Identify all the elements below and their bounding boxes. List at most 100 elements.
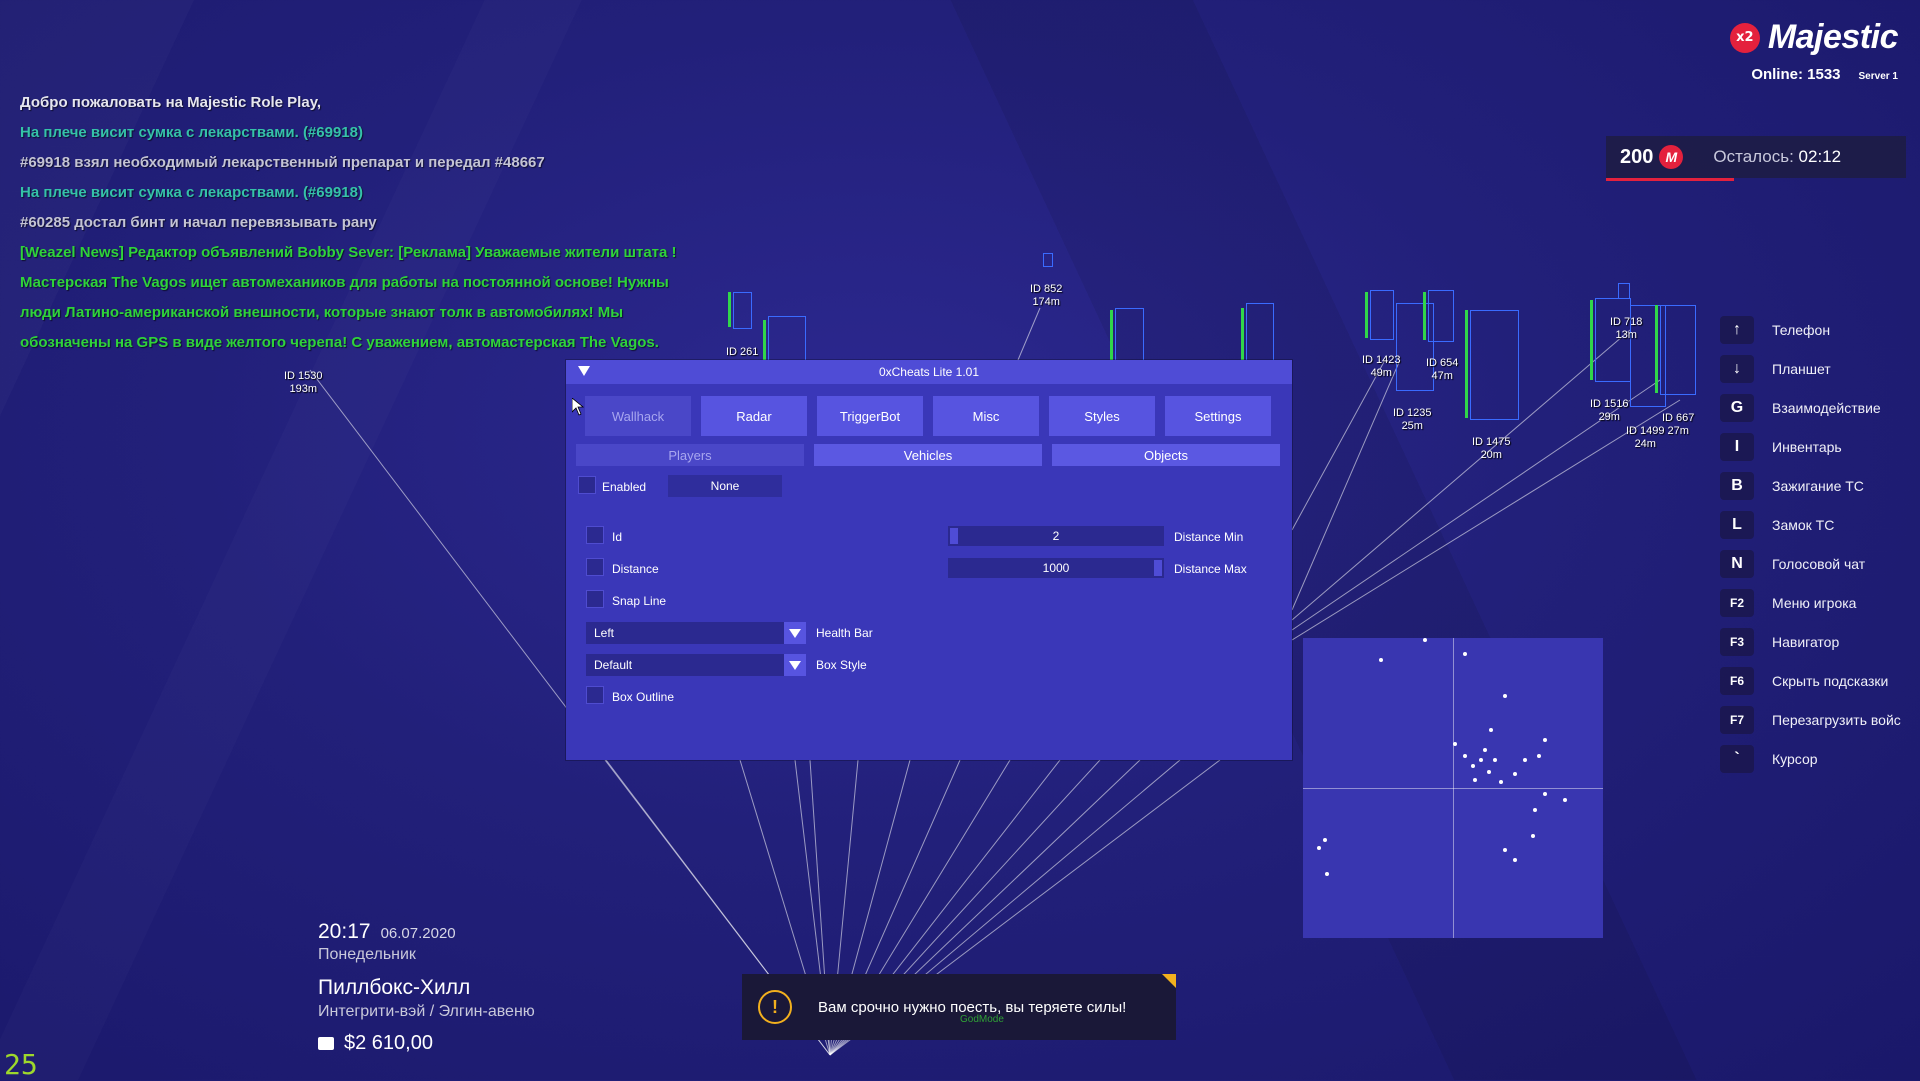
radar-dot — [1379, 658, 1383, 662]
snap-line — [1291, 359, 1401, 611]
radar-dot — [1533, 808, 1537, 812]
radar-dot — [1487, 770, 1491, 774]
id-label: Id — [612, 530, 623, 544]
keybind-row: F3 Навигатор — [1720, 622, 1901, 661]
slider-handle[interactable] — [950, 528, 958, 544]
key-cap: I — [1720, 432, 1754, 461]
keybind-label: Взаимодействие — [1772, 399, 1881, 416]
sub-tabs: Players Vehicles Objects — [576, 444, 1280, 466]
radar-dot — [1489, 728, 1493, 732]
distance-min-value: 2 — [1052, 529, 1060, 543]
key-arrow-down-icon: ↓ — [1720, 354, 1754, 383]
esp-health-bar — [1655, 305, 1658, 393]
window-title: 0xCheats Lite 1.01 — [878, 365, 980, 379]
chat-line: люди Латино-американской внешности, кото… — [20, 304, 624, 321]
keybind-label: Навигатор — [1772, 633, 1840, 650]
keybind-label: Инвентарь — [1772, 438, 1842, 455]
esp-box — [1660, 305, 1696, 395]
tab-styles[interactable]: Styles — [1049, 396, 1155, 436]
distance-max-slider[interactable]: 1000 — [948, 558, 1164, 578]
street-name: Интегрити-вэй / Элгин-авеню — [318, 1003, 535, 1020]
fps-counter: 25 — [4, 1048, 38, 1081]
key-cap: ` — [1720, 744, 1754, 773]
x2-badge: x2 — [1729, 22, 1760, 53]
tab-radar[interactable]: Radar — [701, 396, 807, 436]
distance-min-slider[interactable]: 2 — [948, 526, 1164, 546]
chat-line: обозначены на GPS в виде желтого черепа!… — [20, 334, 659, 351]
enabled-hotkey-button[interactable]: None — [668, 475, 782, 497]
esp-label: ID 1516 29m — [1590, 398, 1629, 423]
key-cap: F7 — [1720, 705, 1754, 734]
health-bar-select[interactable]: Left — [586, 622, 806, 644]
id-checkbox[interactable] — [586, 526, 604, 544]
esp-label: ID 667 27m — [1662, 412, 1695, 437]
esp-label: ID 1530 193m — [284, 370, 323, 395]
hunger-notification: ! Вам срочно нужно поесть, вы теряете си… — [742, 974, 1176, 1040]
keybind-label: Планшет — [1772, 360, 1831, 377]
wallet-icon — [318, 1037, 334, 1050]
notification-message: Вам срочно нужно поесть, вы теряете силы… — [818, 998, 1127, 1016]
clock-date: 06.07.2020 — [380, 925, 456, 942]
snap-line-checkbox[interactable] — [586, 590, 604, 608]
main-tabs: Wallhack Radar TriggerBot Misc Styles Se… — [585, 396, 1271, 436]
radar-dot — [1479, 758, 1483, 762]
dropdown-arrow-icon[interactable] — [784, 654, 806, 676]
radar-dot — [1325, 872, 1329, 876]
distance-checkbox[interactable] — [586, 558, 604, 576]
mouse-cursor-icon — [572, 398, 584, 416]
tab-triggerbot[interactable]: TriggerBot — [817, 396, 923, 436]
esp-box — [1043, 253, 1053, 267]
snap-line-label: Snap Line — [612, 594, 667, 608]
collapse-icon[interactable] — [578, 366, 590, 376]
radar-dot — [1453, 742, 1457, 746]
window-titlebar[interactable]: 0xCheats Lite 1.01 — [566, 360, 1292, 384]
tab-wallhack[interactable]: Wallhack — [585, 396, 691, 436]
esp-box — [1618, 283, 1630, 299]
esp-label: ID 718 13m — [1610, 316, 1643, 341]
esp-label: ID 1235 25m — [1393, 407, 1432, 432]
tab-misc[interactable]: Misc — [933, 396, 1039, 436]
esp-box — [768, 316, 806, 364]
radar-dot — [1317, 846, 1321, 850]
health-bar-value: Left — [594, 626, 615, 640]
esp-box — [1246, 303, 1274, 362]
timer-progress-bar — [1606, 178, 1734, 181]
enabled-label: Enabled — [602, 480, 647, 494]
radar-dot — [1543, 792, 1547, 796]
cheat-menu-window[interactable]: 0xCheats Lite 1.01 Wallhack Radar Trigge… — [566, 360, 1292, 760]
key-cap: L — [1720, 510, 1754, 539]
subtab-objects[interactable]: Objects — [1052, 444, 1280, 466]
radar-dot — [1483, 748, 1487, 752]
slider-handle[interactable] — [1154, 560, 1162, 576]
radar-dot — [1463, 652, 1467, 656]
bonus-timer: 200 M Осталось: 02:12 — [1606, 136, 1906, 181]
chat-line: #69918 взял необходимый лекарственный пр… — [20, 154, 545, 171]
esp-box — [733, 292, 752, 329]
keybind-row: F2 Меню игрока — [1720, 583, 1901, 622]
keybind-row: ↑ Телефон — [1720, 310, 1901, 349]
keybind-row: I Инвентарь — [1720, 427, 1901, 466]
snap-line — [1291, 359, 1386, 531]
esp-label: ID 852 174m — [1030, 283, 1063, 308]
keybind-label: Скрыть подсказки — [1772, 672, 1889, 689]
esp-health-bar — [1590, 300, 1593, 380]
esp-health-bar — [1241, 308, 1244, 360]
box-style-label: Box Style — [816, 658, 867, 672]
distance-label: Distance — [612, 562, 659, 576]
distance-min-label: Distance Min — [1174, 530, 1244, 544]
subtab-vehicles[interactable]: Vehicles — [814, 444, 1042, 466]
radar-dot — [1523, 758, 1527, 762]
tab-settings[interactable]: Settings — [1165, 396, 1271, 436]
esp-health-bar — [1465, 310, 1468, 418]
subtab-players[interactable]: Players — [576, 444, 804, 466]
weekday: Понедельник — [318, 946, 416, 963]
warning-icon: ! — [758, 990, 792, 1024]
box-outline-checkbox[interactable] — [586, 686, 604, 704]
cash-display: $2 610,00 — [318, 1032, 433, 1055]
radar-dot — [1543, 738, 1547, 742]
dropdown-arrow-icon[interactable] — [784, 622, 806, 644]
box-style-select[interactable]: Default — [586, 654, 806, 676]
esp-health-bar — [1423, 292, 1426, 340]
enabled-checkbox[interactable] — [578, 476, 596, 494]
keybind-label: Зажигание ТС — [1772, 477, 1864, 494]
